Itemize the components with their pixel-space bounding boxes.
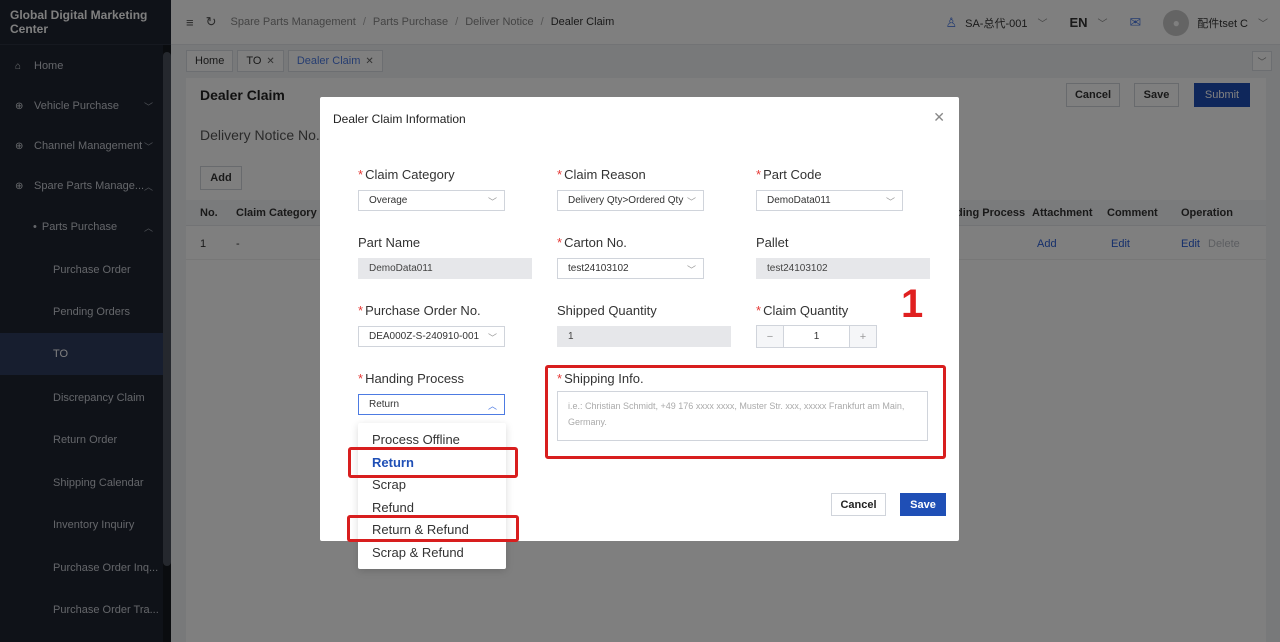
chevron-down-icon: ﹀ — [487, 197, 497, 207]
pallet-label: Pallet — [756, 235, 789, 250]
claim-quantity-input[interactable]: 1 — [783, 326, 850, 347]
part-code-select[interactable]: DemoData011 ﹀ — [756, 190, 903, 211]
claim-quantity-stepper: − 1 + — [756, 325, 877, 348]
option-scrap[interactable]: Scrap — [372, 477, 406, 492]
shipped-quantity-label: Shipped Quantity — [557, 303, 657, 318]
claim-quantity-label: * Claim Quantity — [756, 303, 849, 318]
claim-reason-select[interactable]: Delivery Qty>Ordered Qty ﹀ — [557, 190, 704, 211]
chevron-down-icon: ﹀ — [686, 197, 696, 207]
highlight-box-return-refund — [347, 515, 519, 542]
dialog-title: Dealer Claim Information — [333, 112, 466, 126]
chevron-up-icon: ︿ — [487, 401, 497, 411]
chevron-down-icon: ﹀ — [487, 333, 497, 343]
dialog-save-button[interactable]: Save — [900, 493, 946, 516]
dialog-cancel-button[interactable]: Cancel — [831, 493, 886, 516]
claim-category-label: * Claim Category — [358, 167, 455, 182]
increment-button[interactable]: + — [850, 326, 876, 347]
close-icon[interactable]: ✕ — [933, 109, 945, 126]
carton-no-label: * Carton No. — [557, 235, 627, 250]
handing-process-label: * Handing Process — [358, 371, 465, 386]
part-code-label: * Part Code — [756, 167, 822, 182]
carton-no-select[interactable]: test24103102 ﹀ — [557, 258, 704, 279]
shipped-quantity-field: 1 — [557, 326, 731, 347]
option-process-offline[interactable]: Process Offline — [372, 432, 460, 447]
handing-process-select[interactable]: Return ︿ — [358, 394, 505, 415]
handing-process-dropdown: Process Offline Return Scrap Refund Retu… — [358, 423, 506, 569]
highlight-box-shipping-info — [545, 365, 946, 459]
option-refund[interactable]: Refund — [372, 500, 414, 515]
purchase-order-no-label: * Purchase Order No. — [358, 303, 481, 318]
purchase-order-no-select[interactable]: DEA000Z-S-240910-001 ﹀ — [358, 326, 505, 347]
chevron-down-icon: ﹀ — [885, 197, 895, 207]
claim-reason-label: * Claim Reason — [557, 167, 646, 182]
highlight-box-return — [348, 447, 518, 478]
part-name-label: Part Name — [358, 235, 421, 250]
chevron-down-icon: ﹀ — [686, 265, 696, 275]
annotation-number: 1 — [901, 282, 924, 326]
claim-category-select[interactable]: Overage ﹀ — [358, 190, 505, 211]
option-scrap-refund[interactable]: Scrap & Refund — [372, 545, 464, 560]
decrement-button[interactable]: − — [757, 326, 783, 347]
pallet-field: test24103102 — [756, 258, 930, 279]
part-name-field: DemoData011 — [358, 258, 532, 279]
